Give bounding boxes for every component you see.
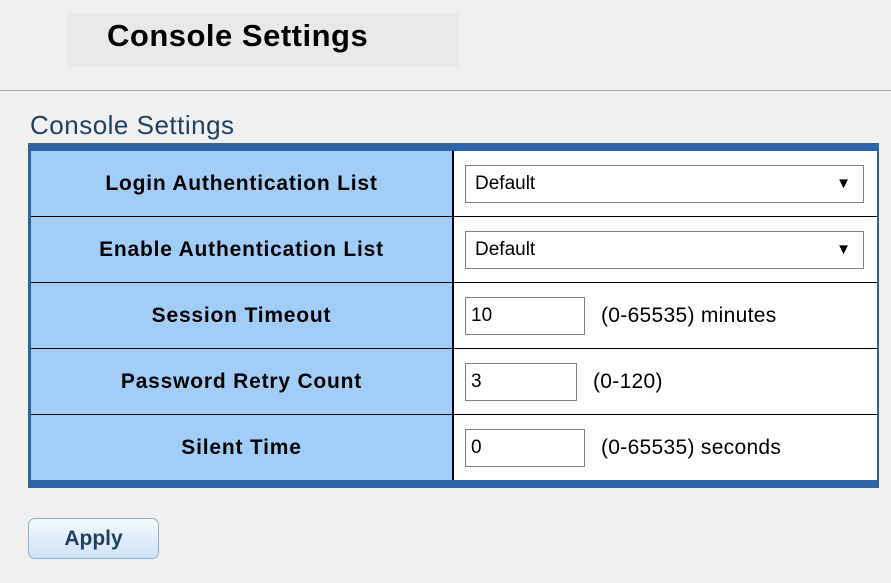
row-silent-time: Silent Time (0-65535) seconds <box>31 415 877 480</box>
enable-authentication-list-value: Default <box>475 238 536 260</box>
dropdown-caret-icon: ▼ <box>836 241 851 258</box>
login-authentication-list-value: Default <box>475 172 536 194</box>
silent-time-input[interactable] <box>465 428 585 467</box>
login-authentication-list-select[interactable]: Default ▼ <box>465 164 864 203</box>
dropdown-caret-icon: ▼ <box>836 175 851 192</box>
divider <box>0 90 891 91</box>
password-retry-count-input[interactable] <box>465 362 577 401</box>
row-password-retry-count: Password Retry Count (0-120) <box>31 349 877 415</box>
session-timeout-input[interactable] <box>465 296 585 335</box>
silent-time-label: Silent Time <box>31 415 454 480</box>
console-settings-table: Login Authentication List Default ▼ Enab… <box>28 143 879 488</box>
session-timeout-cell: (0-65535) minutes <box>454 283 877 348</box>
silent-time-cell: (0-65535) seconds <box>454 415 877 480</box>
session-timeout-label: Session Timeout <box>31 283 454 348</box>
login-authentication-list-label: Login Authentication List <box>31 151 454 216</box>
apply-button[interactable]: Apply <box>28 518 159 559</box>
session-timeout-range: (0-65535) minutes <box>601 303 777 327</box>
silent-time-range: (0-65535) seconds <box>601 435 782 459</box>
row-enable-authentication-list: Enable Authentication List Default ▼ <box>31 217 877 283</box>
row-session-timeout: Session Timeout (0-65535) minutes <box>31 283 877 349</box>
login-authentication-list-cell: Default ▼ <box>454 151 877 216</box>
row-login-authentication-list: Login Authentication List Default ▼ <box>31 151 877 217</box>
password-retry-count-range: (0-120) <box>593 369 663 393</box>
section-title: Console Settings <box>30 110 235 140</box>
enable-authentication-list-label: Enable Authentication List <box>31 217 454 282</box>
enable-authentication-list-select[interactable]: Default ▼ <box>465 230 864 269</box>
page-title: Console Settings <box>107 18 369 53</box>
password-retry-count-cell: (0-120) <box>454 349 877 414</box>
password-retry-count-label: Password Retry Count <box>31 349 454 414</box>
enable-authentication-list-cell: Default ▼ <box>454 217 877 282</box>
